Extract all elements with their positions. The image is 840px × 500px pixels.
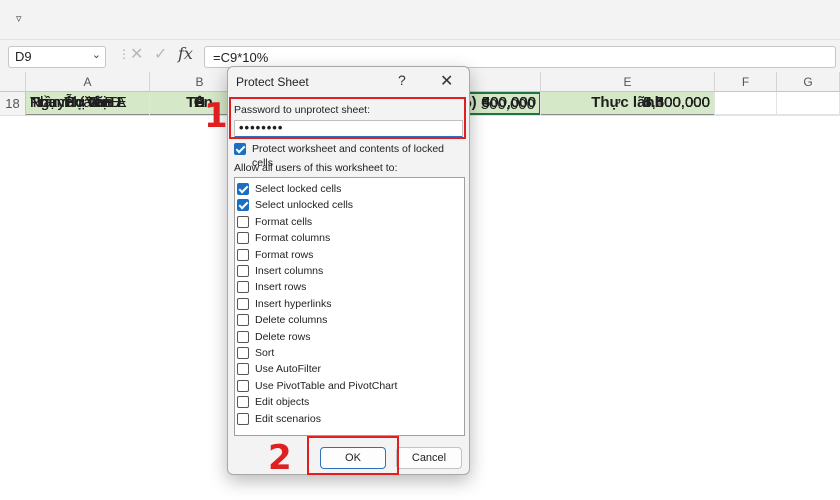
permission-label: Insert rows — [255, 281, 307, 294]
empty-cell[interactable] — [26, 92, 150, 116]
callout-number-1: 1 — [204, 96, 228, 136]
checkbox-checked-icon[interactable] — [237, 199, 249, 212]
checkbox-unchecked-icon[interactable] — [237, 297, 249, 310]
checkbox-unchecked-icon[interactable] — [237, 248, 249, 261]
checkbox-unchecked-icon[interactable] — [237, 265, 249, 277]
permission-format-rows[interactable]: Format rows — [237, 248, 462, 264]
chevron-down-icon[interactable]: ⌄ — [92, 48, 101, 61]
permission-use-autofilter[interactable]: Use AutoFilter — [237, 362, 462, 378]
close-icon[interactable]: ✕ — [440, 71, 453, 91]
check-icon[interactable]: ✓ — [154, 44, 167, 64]
checkbox-unchecked-icon[interactable] — [237, 379, 249, 392]
column-header-e[interactable]: E — [541, 72, 715, 92]
name-box-value: D9 — [15, 49, 32, 64]
checkbox-checked-icon[interactable] — [234, 143, 246, 155]
permission-label: Insert columns — [255, 265, 324, 277]
permission-label: Format columns — [255, 232, 331, 245]
checkbox-unchecked-icon[interactable] — [237, 347, 249, 359]
dialog-title: Protect Sheet — [236, 75, 309, 89]
checkbox-unchecked-icon[interactable] — [237, 215, 249, 228]
permission-edit-objects[interactable]: Edit objects — [237, 395, 462, 411]
formula-input[interactable]: =C9*10% — [204, 46, 836, 68]
permission-label: Insert hyperlinks — [255, 297, 332, 310]
checkbox-unchecked-icon[interactable] — [237, 232, 249, 245]
empty-cell[interactable] — [777, 92, 840, 116]
checkbox-unchecked-icon[interactable] — [237, 396, 249, 409]
name-box[interactable]: D9 ⌄ — [8, 46, 106, 68]
help-icon[interactable]: ? — [398, 72, 406, 88]
permission-label: Use PivotTable and PivotChart — [255, 379, 398, 392]
checkbox-unchecked-icon[interactable] — [237, 281, 249, 294]
permission-format-cells[interactable]: Format cells — [237, 215, 462, 231]
checkbox-unchecked-icon[interactable] — [237, 330, 249, 343]
permission-label: Format rows — [255, 248, 314, 261]
column-header-a[interactable]: A — [26, 72, 150, 92]
permission-select-unlocked-cells[interactable]: Select unlocked cells — [237, 198, 462, 214]
permission-delete-columns[interactable]: Delete columns — [237, 313, 462, 329]
allow-users-label: Allow all users of this worksheet to: — [234, 162, 398, 174]
checkbox-checked-icon[interactable] — [237, 183, 249, 195]
callout-box-ok — [307, 436, 399, 475]
permission-format-columns[interactable]: Format columns — [237, 231, 462, 247]
checkbox-unchecked-icon[interactable] — [237, 363, 249, 376]
permission-label: Select unlocked cells — [255, 199, 354, 212]
ribbon-collapse-icon[interactable]: ▿ — [16, 12, 22, 25]
checkbox-unchecked-icon[interactable] — [237, 412, 249, 425]
select-all-corner[interactable] — [0, 72, 26, 92]
permission-label: Delete rows — [255, 330, 311, 343]
column-header-f[interactable]: F — [715, 72, 777, 92]
empty-cell[interactable] — [541, 92, 715, 116]
permission-label: Edit scenarios — [255, 412, 321, 425]
callout-box-password — [229, 97, 466, 139]
ribbon-bar: ▿ — [0, 0, 840, 40]
vertical-dots-icon: ⋮ — [118, 47, 130, 61]
protect-worksheet-checkbox[interactable]: Protect worksheet and contents of locked… — [234, 142, 466, 169]
permission-label: Use AutoFilter — [255, 363, 321, 376]
callout-number-2: 2 — [268, 438, 292, 478]
checkbox-unchecked-icon[interactable] — [237, 314, 249, 327]
cancel-icon[interactable]: ✕ — [130, 44, 143, 64]
permission-delete-rows[interactable]: Delete rows — [237, 330, 462, 346]
row-header-18[interactable]: 18 — [0, 92, 26, 116]
permission-insert-hyperlinks[interactable]: Insert hyperlinks — [237, 297, 462, 313]
insert-function-icon[interactable]: fx — [178, 44, 193, 63]
permission-sort[interactable]: Sort — [237, 346, 462, 362]
permission-label: Select locked cells — [255, 183, 342, 195]
permission-label: Sort — [255, 347, 275, 359]
permission-label: Format cells — [255, 215, 313, 228]
permission-use-pivottable-and-pivotchart[interactable]: Use PivotTable and PivotChart — [237, 379, 462, 395]
column-header-g[interactable]: G — [777, 72, 840, 92]
empty-cell[interactable] — [715, 92, 777, 116]
permission-insert-columns[interactable]: Insert columns — [237, 264, 462, 280]
permission-edit-scenarios[interactable]: Edit scenarios — [237, 412, 462, 428]
permission-label: Delete columns — [255, 314, 328, 327]
permission-insert-rows[interactable]: Insert rows — [237, 280, 462, 296]
permission-select-locked-cells[interactable]: Select locked cells — [237, 182, 462, 198]
permission-label: Edit objects — [255, 396, 310, 409]
permissions-list[interactable]: Select locked cells Select unlocked cells… — [234, 177, 465, 436]
cancel-button[interactable]: Cancel — [396, 447, 462, 469]
